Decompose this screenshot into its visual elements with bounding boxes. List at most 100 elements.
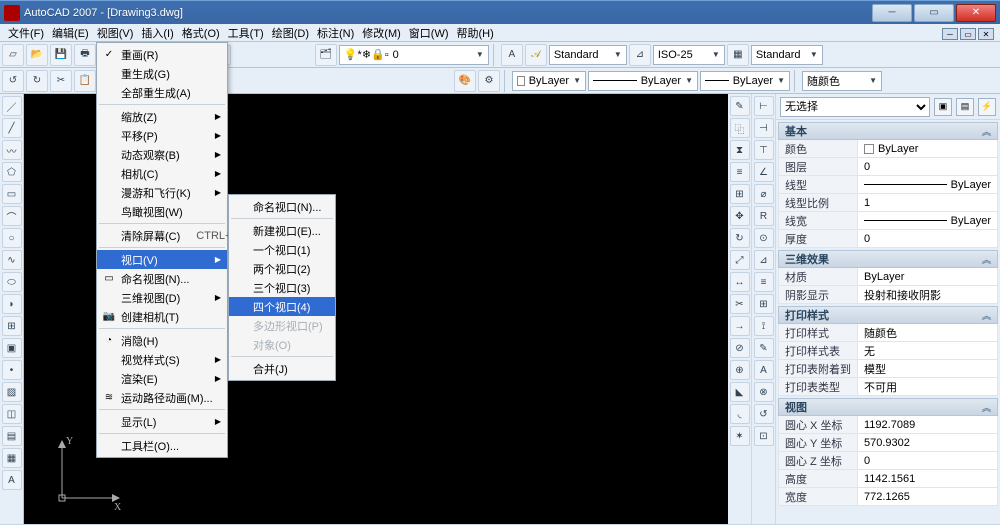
- menu-item[interactable]: 标注(N): [313, 25, 358, 41]
- menu-item[interactable]: 视口(V)▶: [97, 250, 227, 269]
- menu-item[interactable]: 编辑(E): [48, 25, 93, 41]
- prop-row[interactable]: 打印表类型不可用: [778, 378, 998, 396]
- chamfer-icon[interactable]: ◣: [730, 382, 750, 402]
- break-icon[interactable]: ⊘: [730, 338, 750, 358]
- spline-icon[interactable]: ∿: [2, 250, 22, 270]
- selection-combo[interactable]: 无选择: [780, 97, 930, 117]
- text-icon[interactable]: A: [2, 470, 22, 490]
- arc-icon[interactable]: ⌒: [2, 206, 22, 226]
- trim-icon[interactable]: ✂: [730, 294, 750, 314]
- doc-minimize[interactable]: ─: [942, 28, 958, 40]
- menu-item[interactable]: 命名视口(N)...: [229, 197, 335, 216]
- tb2-1[interactable]: ↺: [2, 70, 24, 92]
- menu-item[interactable]: 工具栏(O)...: [97, 436, 227, 455]
- table2-icon[interactable]: ▦: [2, 448, 22, 468]
- prop-row[interactable]: 厚度0: [778, 230, 998, 248]
- xline-icon[interactable]: ╱: [2, 118, 22, 138]
- region-icon[interactable]: ▤: [2, 426, 22, 446]
- prop-row[interactable]: 圆心 Y 坐标570.9302: [778, 434, 998, 452]
- d14-icon[interactable]: ⊗: [754, 382, 774, 402]
- menu-item[interactable]: 四个视口(4): [229, 297, 335, 316]
- prop-group-header[interactable]: 三维效果︽: [778, 250, 998, 268]
- dim-icon[interactable]: ⊿: [629, 44, 651, 66]
- menu-item[interactable]: ▭命名视图(N)...: [97, 269, 227, 288]
- menu-item[interactable]: 全部重生成(A): [97, 83, 227, 102]
- doc-close[interactable]: ✕: [978, 28, 994, 40]
- prop-row[interactable]: 阴影显示投射和接收阴影: [778, 286, 998, 304]
- menu-item[interactable]: ≋运动路径动画(M)...: [97, 388, 227, 407]
- tb2-icon-b[interactable]: ⚙: [478, 70, 500, 92]
- mirror-icon[interactable]: ⧗: [730, 140, 750, 160]
- d13-icon[interactable]: A: [754, 360, 774, 380]
- menu-item[interactable]: 动态观察(B)▶: [97, 145, 227, 164]
- dimstyle-combo[interactable]: ISO-25▼: [653, 45, 725, 65]
- prop-group-header[interactable]: 基本︽: [778, 122, 998, 140]
- tb2-icon-a[interactable]: 🎨: [454, 70, 476, 92]
- polygon-icon[interactable]: ⬠: [2, 162, 22, 182]
- menu-item[interactable]: 修改(M): [358, 25, 405, 41]
- linetype-combo[interactable]: ByLayer▼: [588, 71, 698, 91]
- prop-row[interactable]: 线宽ByLayer: [778, 212, 998, 230]
- d9-icon[interactable]: ≡: [754, 272, 774, 292]
- menu-item[interactable]: 视觉样式(S)▶: [97, 350, 227, 369]
- pline-icon[interactable]: 〰: [2, 140, 22, 160]
- rotate-icon[interactable]: ↻: [730, 228, 750, 248]
- layer-combo[interactable]: 💡*❄🔒▫0▼: [339, 45, 489, 65]
- d15-icon[interactable]: ↺: [754, 404, 774, 424]
- d12-icon[interactable]: ✎: [754, 338, 774, 358]
- join-icon[interactable]: ⊕: [730, 360, 750, 380]
- prop-group-header[interactable]: 视图︽: [778, 398, 998, 416]
- move-icon[interactable]: ✥: [730, 206, 750, 226]
- maximize-button[interactable]: ▭: [914, 4, 954, 22]
- menu-item[interactable]: 绘图(D): [268, 25, 313, 41]
- array-icon[interactable]: ⊞: [730, 184, 750, 204]
- print-icon[interactable]: 🖶: [74, 44, 96, 66]
- d16-icon[interactable]: ⊡: [754, 426, 774, 446]
- scale-icon[interactable]: ⤢: [730, 250, 750, 270]
- fillet-icon[interactable]: ◟: [730, 404, 750, 424]
- menu-item[interactable]: ◔消隐(H): [97, 331, 227, 350]
- menu-item[interactable]: 📷创建相机(T): [97, 307, 227, 326]
- color-bylayer-combo[interactable]: ByLayer▼: [512, 71, 586, 91]
- menu-item[interactable]: 多边形视口(P): [229, 316, 335, 335]
- menu-item[interactable]: 漫游和飞行(K)▶: [97, 183, 227, 202]
- d1-icon[interactable]: ⊢: [754, 96, 774, 116]
- plotstyle-combo[interactable]: 随颜色▼: [802, 71, 882, 91]
- extend-icon[interactable]: →: [730, 316, 750, 336]
- stretch-icon[interactable]: ↔: [730, 272, 750, 292]
- open-icon[interactable]: 📂: [26, 44, 48, 66]
- circle-icon[interactable]: ○: [2, 228, 22, 248]
- menu-item[interactable]: 窗口(W): [405, 25, 453, 41]
- close-button[interactable]: ✕: [956, 4, 996, 22]
- menu-item[interactable]: 显示(L)▶: [97, 412, 227, 431]
- menu-item[interactable]: 对象(O): [229, 335, 335, 354]
- menu-item[interactable]: 文件(F): [4, 25, 48, 41]
- insert-icon[interactable]: ⊞: [2, 316, 22, 336]
- prop-row[interactable]: 材质ByLayer: [778, 268, 998, 286]
- select-icon[interactable]: ▤: [956, 98, 974, 116]
- ellipse-icon[interactable]: ⬭: [2, 272, 22, 292]
- prop-row[interactable]: 颜色ByLayer: [778, 140, 998, 158]
- save-icon[interactable]: 💾: [50, 44, 72, 66]
- d6-icon[interactable]: R: [754, 206, 774, 226]
- menu-item[interactable]: 两个视口(2): [229, 259, 335, 278]
- textstyle-combo[interactable]: Standard▼: [549, 45, 627, 65]
- style-a-icon[interactable]: 𝒜: [525, 44, 547, 66]
- tablestyle-combo[interactable]: Standard▼: [751, 45, 823, 65]
- table-icon[interactable]: ▦: [727, 44, 749, 66]
- menu-item[interactable]: 三维视图(D)▶: [97, 288, 227, 307]
- prop-row[interactable]: 高度1142.1561: [778, 470, 998, 488]
- d3-icon[interactable]: ⊤: [754, 140, 774, 160]
- d8-icon[interactable]: ⊿: [754, 250, 774, 270]
- prop-row[interactable]: 线型比例1: [778, 194, 998, 212]
- prop-row[interactable]: 打印表附着到模型: [778, 360, 998, 378]
- ellipsearc-icon[interactable]: ◗: [2, 294, 22, 314]
- menu-item[interactable]: 工具(T): [224, 25, 268, 41]
- line-icon[interactable]: ／: [2, 96, 22, 116]
- menu-item[interactable]: 视图(V): [93, 25, 138, 41]
- block-icon[interactable]: ▣: [2, 338, 22, 358]
- hatch-icon[interactable]: ▨: [2, 382, 22, 402]
- menu-item[interactable]: 格式(O): [178, 25, 224, 41]
- minimize-button[interactable]: ─: [872, 4, 912, 22]
- copy-icon[interactable]: ⿻: [730, 118, 750, 138]
